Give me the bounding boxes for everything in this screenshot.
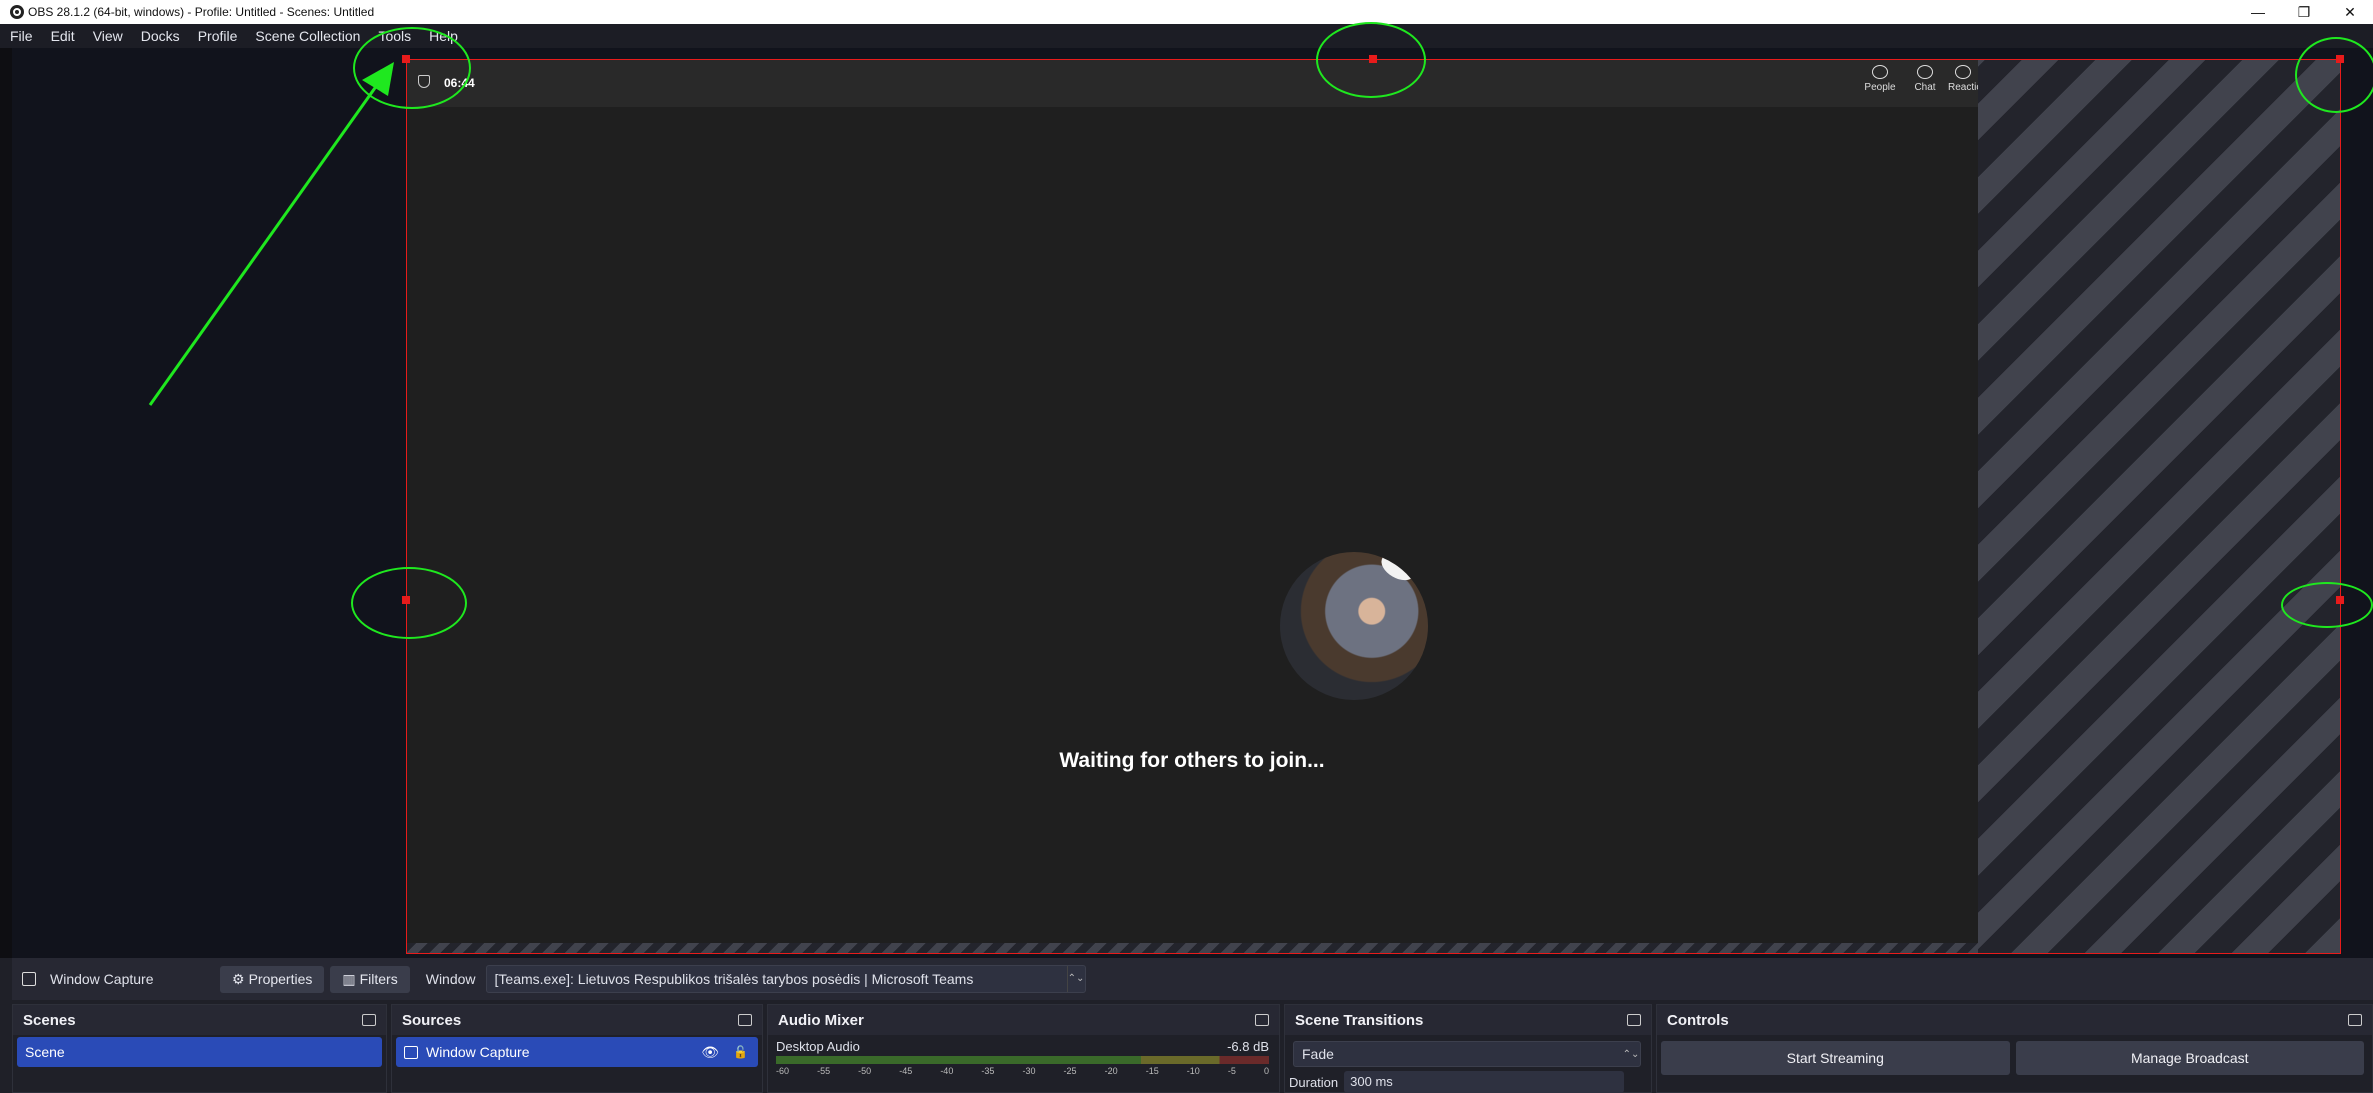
scenes-dock: Scenes Scene (12, 1004, 387, 1093)
minimize-button[interactable]: — (2235, 0, 2281, 24)
properties-button[interactable]: ⚙ Properties (220, 965, 325, 993)
duration-input[interactable]: 300 ms (1344, 1071, 1625, 1093)
annotation-circle (351, 567, 467, 639)
volume-level: -6.8 dB (1227, 1039, 1269, 1054)
channel-name: Desktop Audio (776, 1039, 860, 1054)
lock-icon[interactable]: 🔓 (733, 1045, 748, 1059)
menu-scene-collection[interactable]: Scene Collection (255, 28, 360, 44)
sources-title: Sources (402, 1011, 462, 1029)
menu-edit[interactable]: Edit (51, 28, 75, 44)
controls-title: Controls (1667, 1011, 1729, 1029)
chat-icon (1917, 65, 1933, 79)
avatar (1280, 552, 1428, 700)
teams-top-bar: 06:44 People Chat Reaction (406, 59, 1978, 107)
filter-icon: ▥ (342, 970, 356, 987)
chevron-updown-icon: ⌃⌄ (1066, 966, 1085, 992)
window-title: OBS 28.1.2 (64-bit, windows) - Profile: … (28, 5, 375, 19)
sources-dock: Sources Window Capture 👁 🔓 (391, 1004, 763, 1093)
docks-area: Scenes Scene Sources Window Capture 👁 🔓 Au… (12, 1004, 2373, 1093)
annotation-circle (353, 27, 471, 109)
window-icon (22, 972, 36, 986)
chevron-updown-icon: ⌃⌄ (1622, 1048, 1640, 1060)
close-button[interactable]: ✕ (2327, 0, 2373, 24)
teams-window-capture[interactable]: 06:44 People Chat Reaction Waiting for o… (406, 59, 1978, 943)
undock-icon[interactable] (2348, 1014, 2362, 1026)
annotation-circle (1316, 22, 1426, 98)
filters-button[interactable]: ▥ Filters (330, 965, 410, 993)
title-bar: OBS 28.1.2 (64-bit, windows) - Profile: … (0, 0, 2373, 24)
window-icon (404, 1045, 418, 1059)
waiting-message: Waiting for others to join... (1059, 749, 1325, 772)
reaction-button[interactable]: Reaction (1948, 65, 1978, 93)
visibility-eye-icon[interactable]: 👁 (701, 1044, 719, 1061)
menu-file[interactable]: File (10, 28, 33, 44)
undock-icon[interactable] (738, 1014, 752, 1026)
start-streaming-button[interactable]: Start Streaming (1661, 1041, 2010, 1075)
duration-label: Duration (1289, 1074, 1339, 1090)
menu-bar: File Edit View Docks Profile Scene Colle… (0, 24, 2373, 48)
menu-view[interactable]: View (93, 28, 123, 44)
transition-select[interactable]: Fade ⌃⌄ (1293, 1041, 1641, 1067)
source-item[interactable]: Window Capture 👁 🔓 (396, 1037, 758, 1067)
source-toolbar: Window Capture ⚙ Properties ▥ Filters Wind… (12, 958, 2373, 1000)
undock-icon[interactable] (1255, 1014, 1269, 1026)
scene-transitions-title: Scene Transitions (1295, 1011, 1424, 1029)
chat-button[interactable]: Chat (1903, 65, 1947, 93)
left-edge (0, 48, 12, 958)
people-icon (1872, 65, 1888, 79)
undock-icon[interactable] (1627, 1014, 1641, 1026)
annotation-circle (2295, 37, 2373, 113)
controls-dock: Controls Start Streaming Manage Broadcas… (1656, 1004, 2373, 1093)
gear-icon: ⚙ (232, 970, 245, 987)
restore-button[interactable]: ❐ (2281, 0, 2327, 24)
reaction-icon (1955, 65, 1971, 79)
volume-meter (776, 1056, 1269, 1064)
people-button[interactable]: People (1858, 65, 1902, 93)
window-select[interactable]: [Teams.exe]: Lietuvos Respublikos trišal… (485, 965, 1086, 993)
selected-source-name: Window Capture (50, 971, 154, 987)
audio-mixer-dock: Audio Mixer Desktop Audio -6.8 dB -60 -55-… (767, 1004, 1280, 1093)
manage-broadcast-button[interactable]: Manage Broadcast (2015, 1041, 2364, 1075)
obs-logo-icon (10, 5, 24, 19)
menu-docks[interactable]: Docks (141, 28, 180, 44)
menu-profile[interactable]: Profile (198, 28, 238, 44)
window-label: Window (425, 971, 476, 987)
annotation-circle (2281, 582, 2373, 628)
scene-transitions-dock: Scene Transitions Fade ⌃⌄ Duration 300 ms (1284, 1004, 1652, 1093)
meter-ticks: -60 -55 -50 -45 -40 -35 -30 -25 -20 -15 -10 -5 0 (776, 1066, 1269, 1076)
audio-mixer-title: Audio Mixer (778, 1011, 864, 1029)
out-of-bounds-stripes (1966, 59, 2341, 954)
window-select-value: [Teams.exe]: Lietuvos Respublikos trišal… (494, 971, 974, 987)
scene-item[interactable]: Scene (17, 1037, 382, 1067)
scenes-title: Scenes (23, 1011, 76, 1029)
undock-icon[interactable] (362, 1014, 376, 1026)
